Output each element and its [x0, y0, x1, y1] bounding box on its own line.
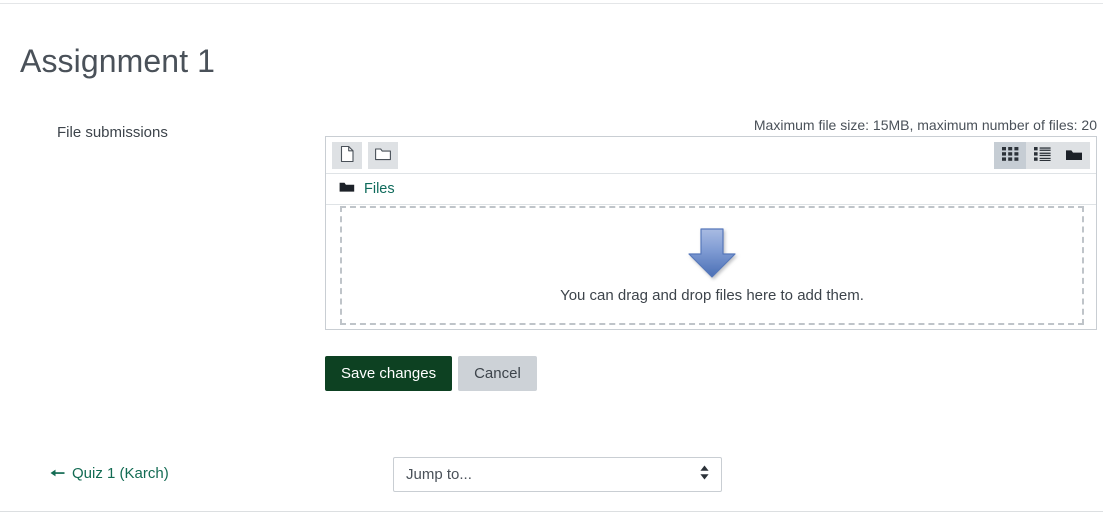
file-manager-view-modes — [994, 142, 1090, 169]
tree-view-button[interactable] — [1058, 142, 1090, 169]
file-icon — [339, 145, 355, 166]
grid-view-icon — [1001, 147, 1019, 164]
bottom-divider — [0, 511, 1103, 512]
file-submissions-label: File submissions — [57, 124, 168, 141]
top-divider — [0, 3, 1103, 4]
dropzone-text: You can drag and drop files here to add … — [560, 287, 864, 304]
cancel-button[interactable]: Cancel — [458, 356, 537, 391]
form-actions: Save changes Cancel — [325, 356, 537, 391]
add-file-button[interactable] — [332, 142, 362, 169]
file-manager-actions — [332, 142, 398, 169]
folder-icon — [339, 180, 355, 198]
tree-view-icon — [1065, 147, 1083, 165]
file-manager-toolbar — [326, 137, 1096, 174]
down-arrow-icon — [677, 227, 747, 287]
folder-icon — [374, 146, 392, 165]
jump-to-wrapper: Jump to... — [393, 457, 722, 492]
create-folder-button[interactable] — [368, 142, 398, 169]
breadcrumb-item-files[interactable]: Files — [364, 181, 395, 197]
previous-activity-link[interactable]: Quiz 1 (Karch) — [50, 465, 169, 482]
breadcrumb: Files — [326, 174, 1096, 205]
previous-activity-label: Quiz 1 (Karch) — [72, 465, 169, 482]
grid-view-button[interactable] — [994, 142, 1026, 169]
page-root: Assignment 1 File submissions Maximum fi… — [0, 0, 1103, 518]
max-file-size-note: Maximum file size: 15MB, maximum number … — [753, 117, 1097, 133]
jump-to-select[interactable]: Jump to... — [393, 457, 722, 492]
page-title: Assignment 1 — [20, 43, 216, 80]
list-view-icon — [1033, 147, 1051, 164]
file-dropzone[interactable]: You can drag and drop files here to add … — [340, 206, 1084, 325]
save-changes-button[interactable]: Save changes — [325, 356, 453, 391]
list-view-button[interactable] — [1026, 142, 1058, 169]
left-arrow-icon — [50, 465, 65, 482]
file-manager: Files You can drag and drop files here t… — [325, 136, 1097, 330]
